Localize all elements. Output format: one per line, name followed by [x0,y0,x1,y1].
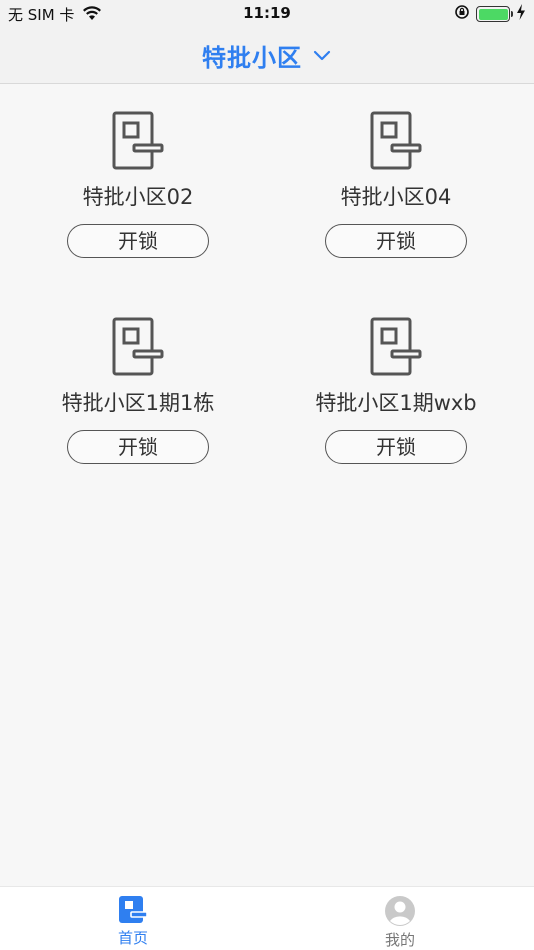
tab-profile-label: 我的 [384,931,415,949]
door-card: 特批小区04 开锁 [276,84,516,274]
home-door-icon [119,896,148,923]
door-lock-icon [370,317,422,376]
profile-icon [385,896,415,926]
door-card: 特批小区1期1栋 开锁 [18,290,258,480]
tab-profile[interactable]: 我的 [340,895,460,950]
tab-bar: 首页 我的 [0,886,534,950]
chevron-down-icon[interactable] [312,46,332,66]
status-bar: 无 SIM 卡 11:19 [0,0,534,28]
door-lock-icon [112,317,164,376]
tab-home-label: 首页 [117,929,148,947]
orientation-lock-icon [454,4,470,24]
unlock-button[interactable]: 开锁 [325,224,467,258]
door-card: 特批小区02 开锁 [18,84,258,274]
unlock-button[interactable]: 开锁 [67,224,209,258]
charging-bolt-icon [516,4,526,24]
door-lock-icon [370,111,422,170]
door-lock-icon [112,111,164,170]
status-right [454,4,526,24]
door-name: 特批小区1期wxb [315,391,477,415]
community-title[interactable]: 特批小区 [202,38,302,73]
unlock-button[interactable]: 开锁 [67,430,209,464]
tab-home[interactable]: 首页 [73,895,193,948]
door-name: 特批小区02 [82,185,194,209]
battery-fill [478,8,508,20]
door-card: 特批小区1期wxb 开锁 [276,290,516,480]
door-name: 特批小区1期1栋 [61,391,215,415]
unlock-button[interactable]: 开锁 [325,430,467,464]
nav-bar[interactable]: 特批小区 [0,28,534,84]
door-name: 特批小区04 [340,185,452,209]
battery-icon [476,6,513,22]
